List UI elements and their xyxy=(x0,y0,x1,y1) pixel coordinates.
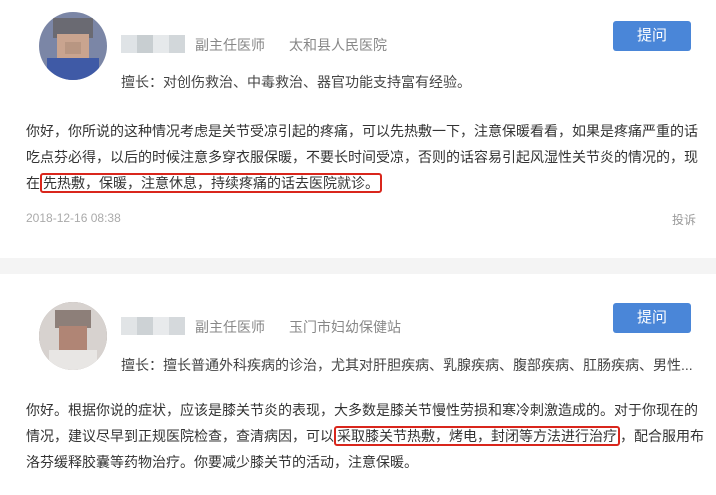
ask-button[interactable]: 提问 xyxy=(613,303,691,333)
doctor-avatar[interactable] xyxy=(39,302,107,370)
card-divider xyxy=(0,258,716,274)
doctor-title: 副主任医师 xyxy=(195,319,265,335)
doctor-specialty: 擅长：擅长普通外科疾病的诊治，尤其对肝胆疾病、乳腺疾病、腹部疾病、肛肠疾病、男性… xyxy=(121,357,693,373)
doctor-avatar[interactable] xyxy=(39,12,107,80)
answer-text: 你好，你所说的这种情况考虑是关节受凉引起的疼痛，可以先热敷一下，注意保暖看看，如… xyxy=(26,118,706,196)
doctor-name-blurred xyxy=(121,35,185,53)
answer-highlight: 采取膝关节热敷，烤电，封闭等方法进行治疗 xyxy=(334,426,620,446)
report-link[interactable]: 投诉 xyxy=(672,211,696,228)
doctor-name-blurred xyxy=(121,317,185,335)
doctor-title: 副主任医师 xyxy=(195,37,265,53)
answer-card: 副主任医师 玉门市妇幼保健站 提问 擅长：擅长普通外科疾病的诊治，尤其对肝胆疾病… xyxy=(8,274,716,495)
answer-date: 2018-12-16 08:38 xyxy=(26,211,121,225)
doctor-hospital[interactable]: 玉门市妇幼保健站 xyxy=(289,317,401,337)
doctor-hospital[interactable]: 太和县人民医院 xyxy=(289,35,387,55)
answer-text: 你好。根据你说的症状，应该是膝关节炎的表现，大多数是膝关节慢性劳损和寒冷刺激造成… xyxy=(26,397,706,475)
answer-highlight: 先热敷，保暖，注意休息，持续疼痛的话去医院就诊。 xyxy=(40,173,382,193)
answer-card: 副主任医师 太和县人民医院 提问 擅长：对创伤救治、中毒救治、器官功能支持富有经… xyxy=(8,0,716,258)
ask-button[interactable]: 提问 xyxy=(613,21,691,51)
doctor-specialty: 擅长：对创伤救治、中毒救治、器官功能支持富有经验。 xyxy=(121,74,471,90)
